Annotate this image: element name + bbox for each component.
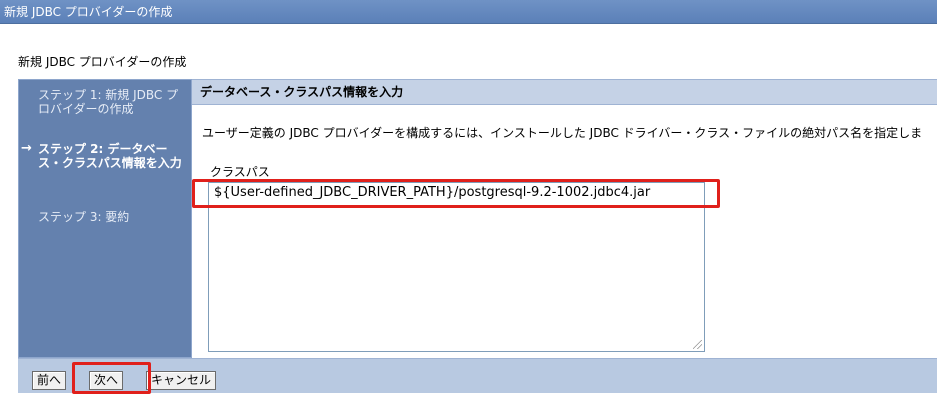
wizard-content: データベース・クラスパス情報を入力 ユーザー定義の JDBC プロバイダーを構成… [192,79,937,358]
section-header: データベース・クラスパス情報を入力 [192,79,937,105]
step-3-label: ステップ 3: 要約 [38,210,130,224]
page-title: 新規 JDBC プロバイダーの作成 [18,55,187,69]
step-2-current: → ステップ 2: データベース・クラスパス情報を入力 [21,142,188,171]
step-2-label: ステップ 2: データベース・クラスパス情報を入力 [38,142,182,170]
window-title: 新規 JDBC プロバイダーの作成 [4,5,173,19]
resize-grip-icon[interactable] [693,340,702,349]
current-step-arrow-icon: → [21,141,32,156]
step-1-label: ステップ 1: 新規 JDBC プロバイダーの作成 [38,88,179,116]
classpath-textarea[interactable] [208,182,705,352]
step-1[interactable]: ステップ 1: 新規 JDBC プロバイダーの作成 [38,88,186,116]
previous-button[interactable]: 前へ [32,371,67,390]
cancel-button[interactable]: キャンセル [146,371,217,390]
next-button[interactable]: 次へ [89,371,124,390]
button-bar: 前へ 次へ キャンセル [18,358,937,393]
instruction-text: ユーザー定義の JDBC プロバイダーを構成するには、インストールした JDBC… [202,126,923,140]
step-3: ステップ 3: 要約 [38,210,186,224]
classpath-value: ${User-defined_JDBC_DRIVER_PATH}/postgre… [214,185,651,200]
window-title-bar: 新規 JDBC プロバイダーの作成 [0,0,937,24]
classpath-label: クラスパス [210,165,270,179]
wizard-steps-sidebar: ステップ 1: 新規 JDBC プロバイダーの作成 → ステップ 2: データベ… [18,79,192,358]
wizard-panel: ステップ 1: 新規 JDBC プロバイダーの作成 → ステップ 2: データベ… [18,79,937,358]
